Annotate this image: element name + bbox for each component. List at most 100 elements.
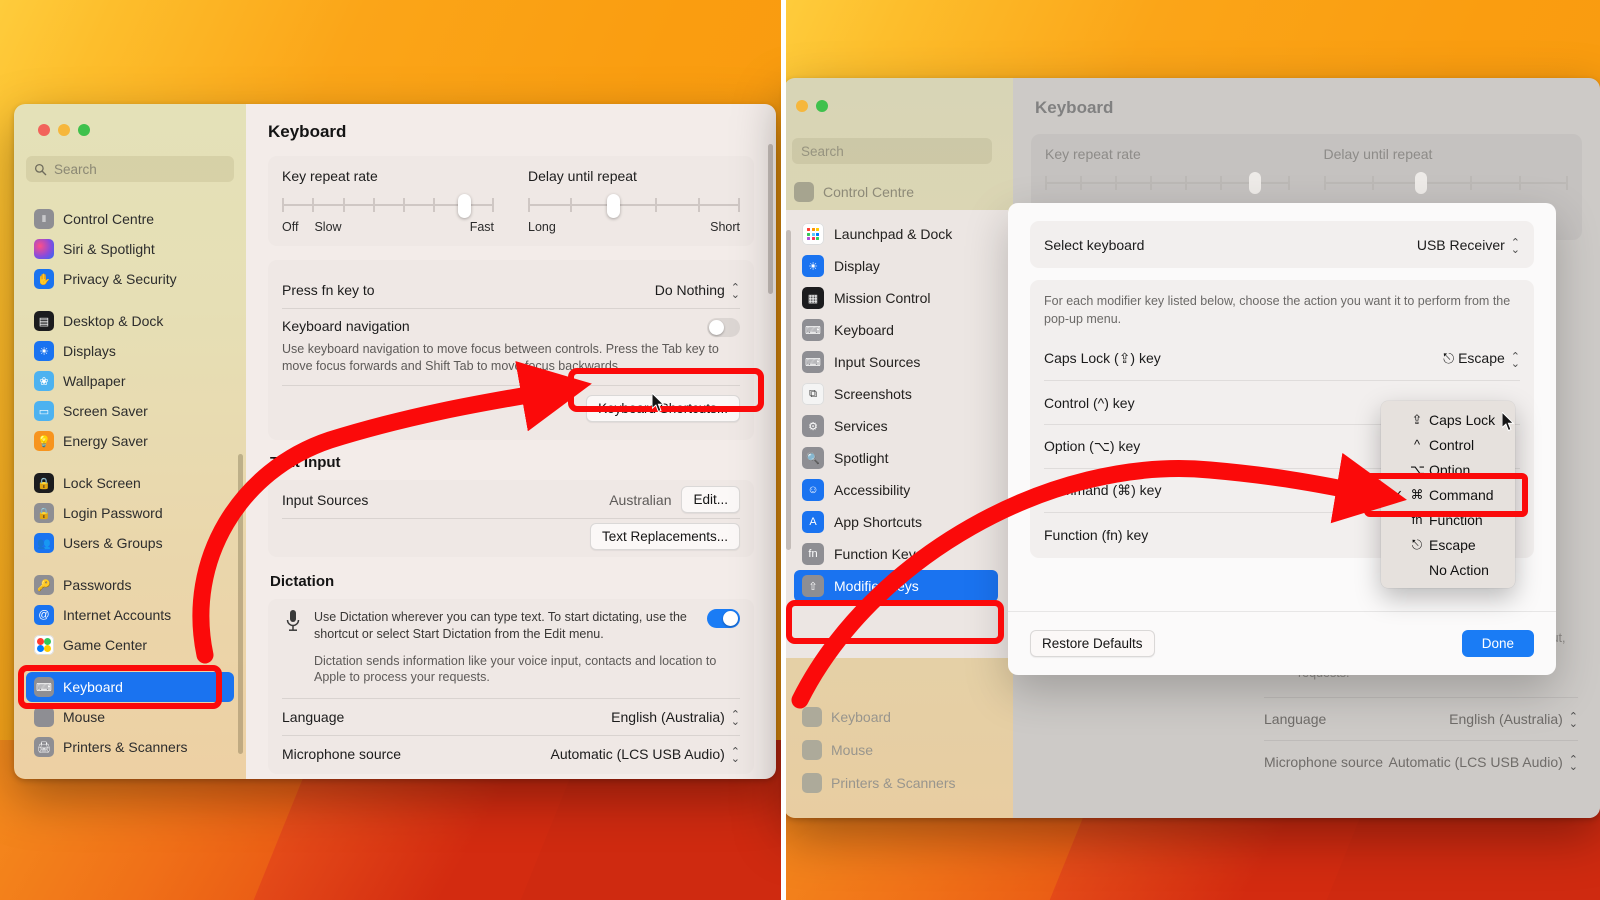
sidebar-item-privacy-security[interactable]: ✋ Privacy & Security (26, 264, 234, 294)
shortcut-category-accessibility[interactable]: ☺ Accessibility (794, 474, 998, 506)
keyboard-navigation-toggle[interactable] (707, 318, 740, 337)
sidebar-item-keyboard[interactable]: ⌨ Keyboard (26, 672, 234, 702)
sidebar-item-label: Control Centre (63, 211, 155, 227)
select-keyboard-row[interactable]: Select keyboard USB Receiver ⌃ ⌄ (1044, 223, 1520, 266)
content-scrollbar[interactable] (768, 144, 773, 294)
modifier-row-0[interactable]: Caps Lock (⇪) key ⎋ Escape ⌃ ⌄ (1044, 337, 1520, 380)
shortcut-category-app-shortcuts[interactable]: A App Shortcuts (794, 506, 998, 538)
shortcut-category-function-keys[interactable]: fn Function Keys (794, 538, 998, 570)
sidebar-item-screen-saver[interactable]: ▭ Screen Saver (26, 396, 234, 426)
slider-thumb[interactable] (1415, 172, 1428, 194)
done-button[interactable]: Done (1461, 630, 1534, 657)
delay-until-repeat-slider-dimmed[interactable] (1323, 172, 1568, 194)
popup-menu-item-caps-lock[interactable]: ⇪ Caps Lock (1381, 407, 1515, 432)
delay-until-repeat-slider[interactable] (528, 194, 740, 218)
slider-thumb[interactable] (1248, 172, 1261, 194)
close-button[interactable] (38, 124, 50, 136)
key-repeat-rate-slider-dimmed[interactable] (1045, 172, 1290, 194)
shortcut-category-modifier-keys[interactable]: ⇧ Modifier Keys (794, 570, 998, 602)
edit-input-sources-button[interactable]: Edit... (681, 486, 740, 514)
microphone-source-row-dimmed[interactable]: Microphone source Automatic (LCS USB Aud… (1264, 741, 1578, 783)
popup-menu-item-function[interactable]: fn Function (1381, 507, 1515, 532)
sidebar-item-displays[interactable]: ☀ Displays (26, 336, 234, 366)
popup-menu-item-command[interactable]: ✓ ⌘ Command (1381, 482, 1515, 507)
shortcut-category-mission-control[interactable]: ▦ Mission Control (794, 282, 998, 314)
sidebar-item-printers-scanners[interactable]: 🖨 Printers & Scanners (26, 732, 234, 762)
shortcut-category-spotlight[interactable]: 🔍 Spotlight (794, 442, 998, 474)
sidebar-item-lock-screen[interactable]: 🔒 Lock Screen (26, 468, 234, 498)
shortcut-category-label: Function Keys (834, 546, 923, 562)
key-repeat-off-label: Off (282, 220, 299, 234)
sidebar-scrollbar[interactable] (238, 454, 243, 754)
select-keyboard-popup[interactable]: USB Receiver ⌃ ⌄ (1417, 237, 1520, 256)
settings-category-list[interactable]: ⦀ Control Centre Siri & Spotlight ✋ Privacy … (14, 194, 246, 779)
select-keyboard-label: Select keyboard (1044, 236, 1145, 253)
dictation-language-row[interactable]: Language English (Australia) ⌃ ⌄ (282, 699, 740, 735)
sidebar-item-mouse[interactable]: Mouse (26, 702, 234, 732)
sidebar-item-control-centre[interactable]: ⦀ Control Centre (26, 204, 234, 234)
sidebar-item-users-groups[interactable]: 👥 Users & Groups (26, 528, 234, 558)
slider-tick (1470, 176, 1473, 190)
popup-menu-item-option[interactable]: ⌥ Option (1381, 457, 1515, 482)
zoom-button[interactable] (816, 100, 828, 112)
press-fn-row[interactable]: Press fn key to Do Nothing ⌃ ⌄ (282, 272, 740, 308)
sidebar-item-energy-saver[interactable]: 💡 Energy Saver (26, 426, 234, 456)
minimize-button[interactable] (796, 100, 808, 112)
microphone-source-row[interactable]: Microphone source Automatic (LCS USB Aud… (282, 736, 740, 772)
shortcut-category-services[interactable]: ⚙ Services (794, 410, 998, 442)
repeat-settings-card: Key repeat rate Off Slow Fast Delay unti… (268, 156, 754, 246)
keyboard-navigation-row[interactable]: Keyboard navigation (282, 318, 740, 338)
window-traffic-lights[interactable] (38, 124, 90, 136)
sidebar-item-printers-scanners-dimmed[interactable]: Printers & Scanners (794, 766, 1003, 799)
shortcut-category-display[interactable]: ☀ Display (794, 250, 998, 282)
key-repeat-rate-slider[interactable] (282, 194, 494, 218)
popup-menu-item-no-action[interactable]: No Action (1381, 557, 1515, 582)
sidebar-dimmed-bottom-list[interactable]: Keyboard Mouse Printers & Scanners (794, 700, 1003, 799)
microphone-source-popup[interactable]: Automatic (LCS USB Audio) ⌃ ⌄ (550, 746, 740, 765)
shortcut-category-screenshots[interactable]: ⧉ Screenshots (794, 378, 998, 410)
restore-defaults-button[interactable]: Restore Defaults (1030, 630, 1155, 657)
dictation-heading: Dictation (270, 572, 335, 590)
text-input-heading: Text Input (270, 453, 341, 471)
sidebar-item-mouse-dimmed[interactable]: Mouse (794, 733, 1003, 766)
popup-menu-item-escape[interactable]: ⎋ Escape (1381, 532, 1515, 557)
window-traffic-lights[interactable] (796, 100, 828, 112)
shortcut-category-launchpad-dock[interactable]: Launchpad & Dock (794, 218, 998, 250)
sidebar-item-keyboard-dimmed[interactable]: Keyboard (794, 700, 1003, 733)
shortcuts-category-list[interactable]: Launchpad & Dock ☀ Display ▦ Mission Control… (784, 210, 1008, 602)
sidebar-item-wallpaper[interactable]: ❀ Wallpaper (26, 366, 234, 396)
search-input-dimmed[interactable]: Search (792, 138, 992, 164)
dictation-toggle[interactable] (707, 608, 740, 628)
modifier-value-popup[interactable]: ⎋ Escape ⌃ ⌄ (1443, 350, 1520, 369)
siri-icon (34, 239, 54, 259)
text-replacements-button[interactable]: Text Replacements... (589, 523, 740, 551)
shortcut-category-input-sources[interactable]: ⌨ Input Sources (794, 346, 998, 378)
shortcut-category-keyboard[interactable]: ⌨ Keyboard (794, 314, 998, 346)
sidebar-item-siri-spotlight[interactable]: Siri & Spotlight (26, 234, 234, 264)
dictation-language-row-dimmed[interactable]: Language English (Australia) ⌃ ⌄ (1264, 698, 1578, 740)
sidebar-item-passwords[interactable]: 🔑 Passwords (26, 570, 234, 600)
sidebar-item-control-centre-dimmed[interactable]: Control Centre (794, 182, 914, 202)
sidebar-item-login-password[interactable]: 🔒 Login Password (26, 498, 234, 528)
search-input[interactable]: Search (26, 156, 234, 182)
category-scrollbar[interactable] (786, 230, 791, 550)
sidebar-item-label: Keyboard (831, 708, 891, 725)
screen-saver-icon: ▭ (34, 401, 54, 421)
modifier-keys-icon: ⇧ (802, 575, 824, 597)
slider-thumb[interactable] (457, 194, 471, 218)
dictation-language-popup[interactable]: English (Australia) ⌃ ⌄ (611, 709, 740, 728)
sidebar-item-desktop-dock[interactable]: ▤ Desktop & Dock (26, 306, 234, 336)
slider-thumb[interactable] (606, 194, 620, 218)
minimize-button[interactable] (58, 124, 70, 136)
zoom-button[interactable] (78, 124, 90, 136)
sidebar-item-internet-accounts[interactable]: @ Internet Accounts (26, 600, 234, 630)
popup-menu-item-label: Function (1429, 511, 1483, 528)
sidebar-item-game-center[interactable]: Game Center (26, 630, 234, 660)
modifier-action-popup-menu[interactable]: ⇪ Caps Lock ^ Control ⌥ Option ✓ ⌘ Command fn Func… (1381, 401, 1515, 588)
slider-tick (1323, 176, 1326, 190)
input-sources-label: Input Sources (282, 491, 369, 508)
popup-menu-item-control[interactable]: ^ Control (1381, 432, 1515, 457)
press-fn-popup[interactable]: Do Nothing ⌃ ⌄ (655, 282, 740, 301)
